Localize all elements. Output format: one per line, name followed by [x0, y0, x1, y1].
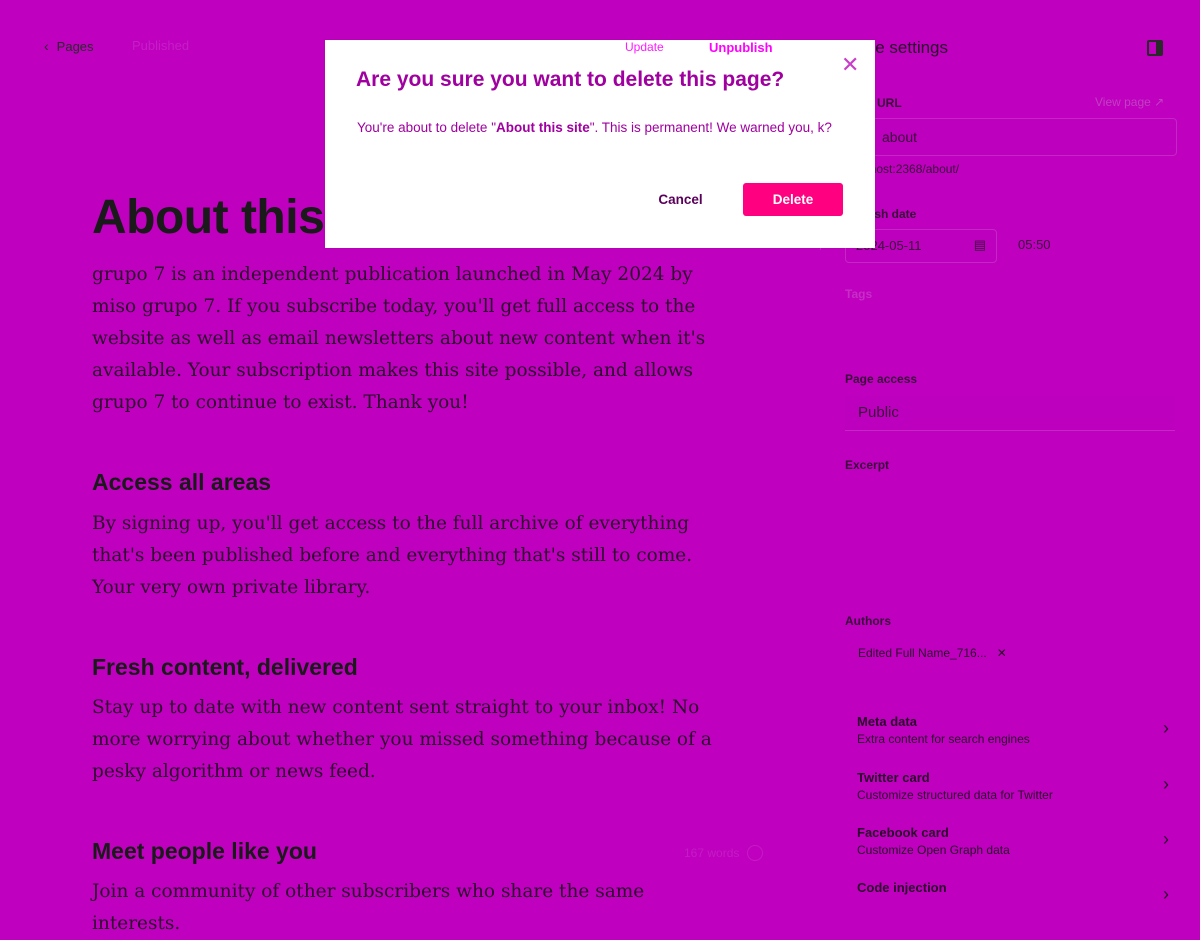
calendar-icon: ▤ — [973, 237, 986, 252]
remove-author-icon[interactable]: ✕ — [997, 646, 1007, 660]
status-text: Published — [132, 38, 190, 53]
section-heading[interactable]: Access all areas — [92, 469, 271, 496]
delete-confirm-modal: Update Unpublish ✕ Are you sure you want… — [325, 40, 875, 248]
modal-title: Are you sure you want to delete this pag… — [356, 68, 785, 91]
chevron-right-icon: › — [1163, 884, 1169, 904]
word-count: 167 words — [684, 845, 764, 861]
chevron-right-icon: › — [1163, 829, 1169, 849]
code-injection-item[interactable]: Code injection › — [857, 880, 1177, 904]
paragraph[interactable]: Stay up to date with new content sent st… — [92, 692, 732, 788]
page-access-select[interactable]: Public — [845, 396, 1175, 431]
page-access-label: Page access — [845, 372, 918, 386]
excerpt-label: Excerpt — [845, 458, 890, 472]
close-icon[interactable]: ✕ — [841, 54, 859, 76]
meta-data-item[interactable]: Meta data Extra content for search engin… — [857, 714, 1177, 764]
page-access-value: Public — [858, 404, 899, 421]
page-url-value: about — [882, 129, 918, 145]
authors-label: Authors — [845, 614, 891, 628]
item-title: Twitter card — [857, 770, 930, 785]
word-count-text: 167 words — [684, 846, 740, 860]
item-subtitle: Customize Open Graph data — [857, 843, 1010, 857]
msg-suffix: ". This is permanent! We warned you, k? — [589, 120, 832, 135]
sidebar-toggle-icon[interactable] — [1147, 40, 1163, 56]
delete-button[interactable]: Delete — [743, 183, 843, 216]
item-title: Code injection — [857, 880, 947, 895]
author-name: Edited Full Name_716... — [858, 646, 987, 660]
chevron-right-icon: › — [1163, 718, 1169, 738]
author-token[interactable]: Edited Full Name_716... ✕ — [858, 646, 1007, 660]
section-heading[interactable]: Meet people like you — [92, 838, 317, 865]
view-page-link[interactable]: View page ↗ — [1095, 95, 1164, 109]
back-to-pages-link[interactable]: ‹ Pages — [44, 38, 94, 54]
item-title: Facebook card — [857, 825, 949, 840]
item-subtitle: Extra content for search engines — [857, 732, 1030, 746]
page-url-input[interactable]: 🔗 about — [845, 118, 1177, 156]
help-circle-icon[interactable] — [747, 845, 764, 861]
tags-label: Tags — [845, 287, 873, 301]
publish-time-input[interactable]: 05:50 — [1018, 237, 1051, 252]
msg-prefix: You're about to delete " — [357, 120, 496, 135]
paragraph[interactable]: grupo 7 is an independent publication la… — [92, 259, 732, 419]
back-label: Pages — [56, 38, 94, 54]
item-subtitle: Customize structured data for Twitter — [857, 788, 1053, 802]
msg-page-name: About this site — [495, 120, 590, 135]
unpublish-button[interactable]: Unpublish — [709, 40, 773, 55]
title-part1: About this — [92, 191, 338, 244]
paragraph[interactable]: Join a community of other subscribers wh… — [92, 876, 732, 940]
update-button-ghost: Update — [625, 40, 664, 54]
chevron-right-icon: › — [1163, 774, 1169, 794]
paragraph[interactable]: By signing up, you'll get access to the … — [92, 508, 732, 604]
cancel-button[interactable]: Cancel — [638, 183, 723, 216]
section-heading[interactable]: Fresh content, delivered — [92, 654, 358, 681]
item-title: Meta data — [857, 714, 917, 729]
chevron-left-icon: ‹ — [44, 38, 49, 54]
modal-message: You're about to delete "About this site"… — [357, 117, 842, 139]
facebook-card-item[interactable]: Facebook card Customize Open Graph data … — [857, 825, 1177, 875]
twitter-card-item[interactable]: Twitter card Customize structured data f… — [857, 770, 1177, 820]
